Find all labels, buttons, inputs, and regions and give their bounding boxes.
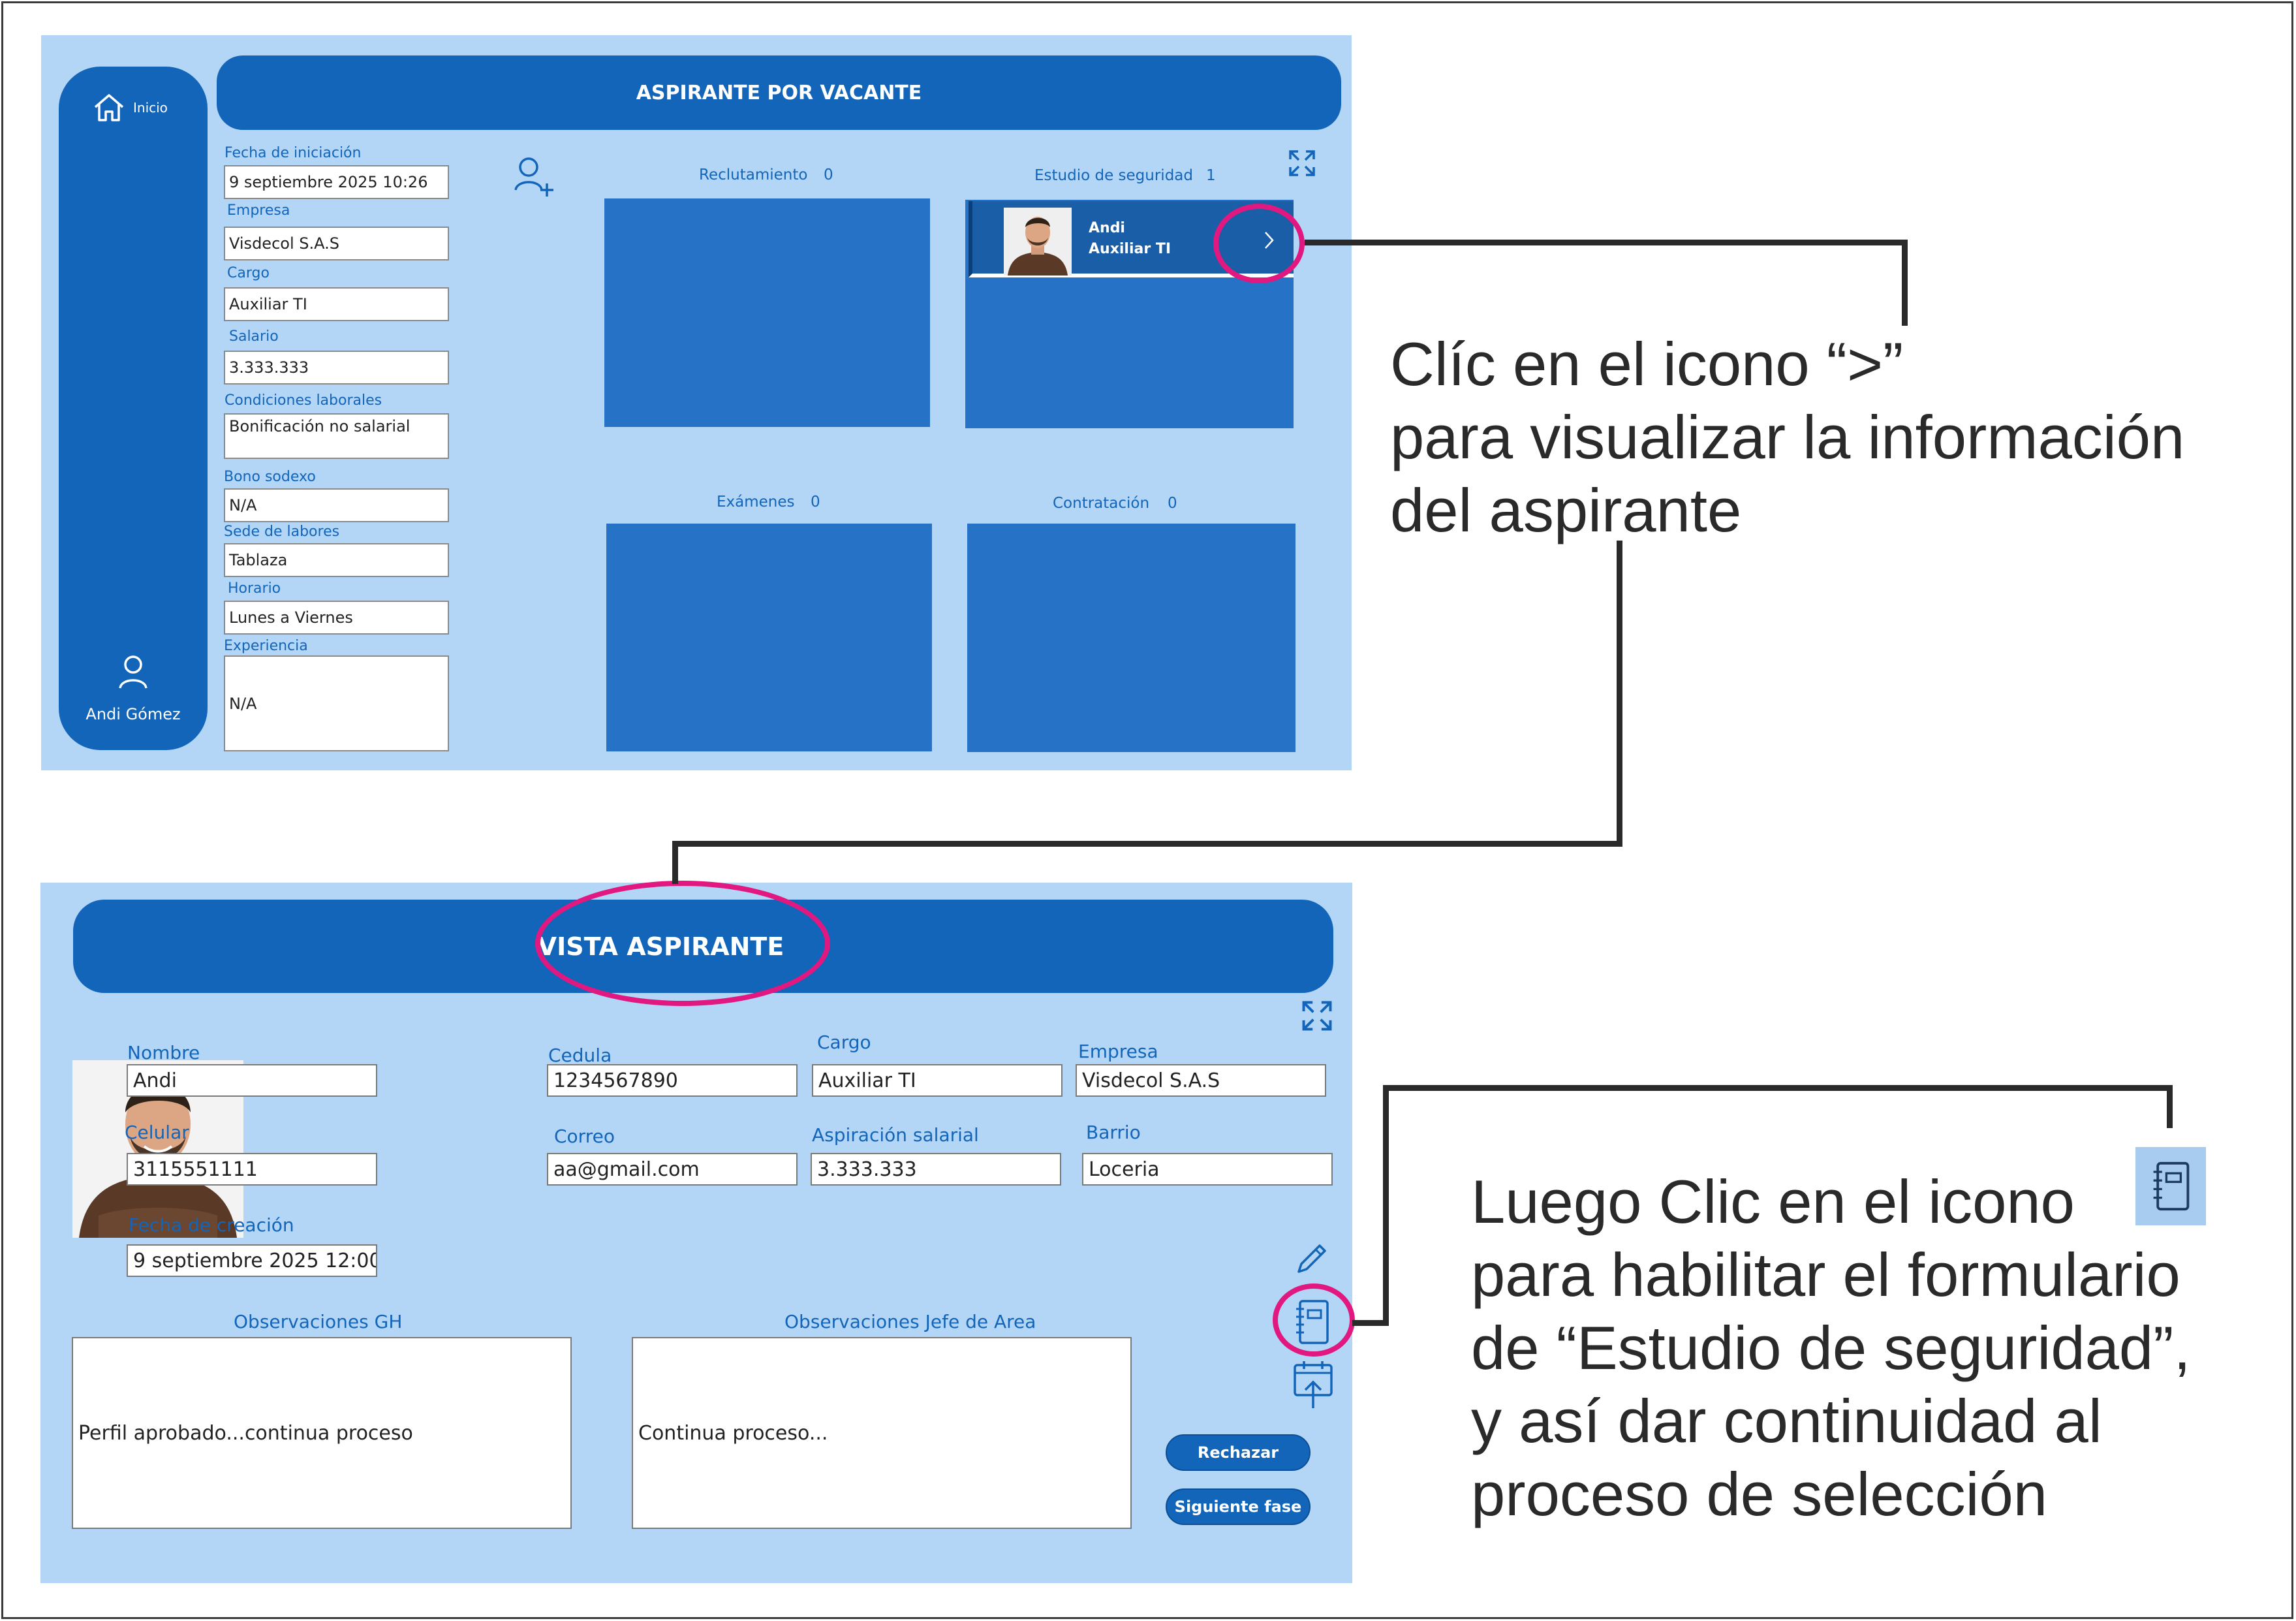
user-icon bbox=[119, 655, 147, 689]
fecha-creacion-label: Fecha de creación bbox=[129, 1214, 294, 1236]
connector-line bbox=[672, 841, 678, 884]
note2-line3: de “Estudio de seguridad”, bbox=[1471, 1314, 2191, 1382]
note1-line1: Clíc en el icono “>” bbox=[1390, 330, 1904, 398]
vacancy-header: ASPIRANTE POR VACANTE bbox=[217, 55, 1341, 130]
cargo-field[interactable]: Auxiliar TI bbox=[224, 287, 449, 321]
obs-gh-field[interactable]: Perfil aprobado...continua proceso bbox=[72, 1337, 572, 1529]
obs-jefe-field[interactable]: Continua proceso... bbox=[632, 1337, 1132, 1529]
user-name: Andi Gómez bbox=[85, 705, 181, 723]
vacancy-screen: Inicio Andi Gómez ASPIRANTE POR VACANTE … bbox=[41, 35, 1352, 770]
home-label: Inicio bbox=[133, 100, 168, 116]
edit-pencil-icon[interactable] bbox=[1294, 1242, 1329, 1277]
fecha-label: Fecha de iniciación bbox=[225, 145, 362, 161]
horario-label: Horario bbox=[228, 580, 281, 597]
stage-contratacion-box bbox=[967, 524, 1295, 752]
note2-text: Luego Clic en el icono para habilitar el… bbox=[1471, 1165, 2191, 1531]
cargo-label: Cargo bbox=[227, 265, 270, 281]
stage-seguridad-title: Estudio de seguridad bbox=[1034, 167, 1193, 184]
empresa-field[interactable]: Visdecol S.A.S bbox=[1076, 1064, 1326, 1097]
connector-line bbox=[1617, 541, 1622, 847]
home-nav[interactable]: Inicio bbox=[93, 93, 168, 123]
bono-label: Bono sodexo bbox=[224, 469, 316, 485]
stage-reclutamiento-box bbox=[604, 198, 930, 427]
connector-line bbox=[1383, 1085, 1389, 1326]
note1-text: Clíc en el icono “>” para visualizar la … bbox=[1390, 328, 2184, 547]
stage-reclutamiento-title: Reclutamiento bbox=[699, 166, 808, 183]
cedula-label: Cedula bbox=[548, 1045, 612, 1066]
expand-icon[interactable] bbox=[1301, 999, 1333, 1032]
experiencia-field[interactable]: N/A bbox=[224, 655, 449, 751]
nombre-label: Nombre bbox=[127, 1042, 200, 1063]
condiciones-label: Condiciones laborales bbox=[225, 392, 382, 409]
connector-line bbox=[1305, 240, 1908, 245]
sede-field[interactable]: Tablaza bbox=[224, 543, 449, 577]
connector-line bbox=[1902, 240, 1908, 326]
barrio-field[interactable]: Loceria bbox=[1082, 1153, 1333, 1186]
note2-line5: proceso de selección bbox=[1471, 1460, 2048, 1528]
user-profile[interactable]: Andi Gómez bbox=[59, 654, 208, 723]
correo-field[interactable]: aa@gmail.com bbox=[547, 1153, 798, 1186]
celular-field[interactable]: 3115551111 bbox=[127, 1153, 377, 1186]
salario-field[interactable]: 3.333.333 bbox=[224, 351, 449, 385]
note2-line1: Luego Clic en el icono bbox=[1471, 1167, 2075, 1236]
candidate-thumbnail bbox=[1004, 208, 1072, 275]
next-phase-button[interactable]: Siguiente fase bbox=[1166, 1488, 1311, 1525]
stage-examenes-count: 0 bbox=[811, 494, 820, 511]
horario-field[interactable]: Lunes a Viernes bbox=[224, 601, 449, 635]
cargo-label: Cargo bbox=[817, 1031, 871, 1053]
add-candidate-icon[interactable] bbox=[513, 156, 555, 199]
stage-seguridad-count: 1 bbox=[1206, 167, 1216, 184]
bono-field[interactable]: N/A bbox=[224, 488, 449, 522]
obs-gh-title: Observaciones GH bbox=[234, 1311, 403, 1332]
calendar-upload-icon[interactable] bbox=[1292, 1359, 1334, 1409]
title-highlight-circle bbox=[535, 881, 830, 1006]
stage-reclutamiento-count: 0 bbox=[824, 166, 833, 183]
empresa-field[interactable]: Visdecol S.A.S bbox=[224, 227, 449, 260]
celular-label: Celular bbox=[125, 1122, 189, 1143]
note1-line3: del aspirante bbox=[1390, 476, 1742, 544]
home-icon bbox=[94, 94, 124, 121]
stage-examenes-box bbox=[606, 524, 932, 751]
aspiracion-label: Aspiración salarial bbox=[812, 1124, 979, 1146]
correo-label: Correo bbox=[554, 1125, 615, 1147]
cargo-field[interactable]: Auxiliar TI bbox=[812, 1064, 1063, 1097]
notebook-highlight-circle bbox=[1273, 1283, 1355, 1357]
chevron-highlight-circle bbox=[1213, 204, 1305, 283]
note1-line2: para visualizar la información bbox=[1390, 403, 2185, 471]
salario-label: Salario bbox=[229, 328, 279, 345]
fecha-creacion-field[interactable]: 9 septiembre 2025 12:00 bbox=[127, 1244, 377, 1277]
page-title: ASPIRANTE POR VACANTE bbox=[636, 81, 922, 104]
nombre-field[interactable]: Andi bbox=[127, 1064, 377, 1097]
expand-icon[interactable] bbox=[1288, 149, 1316, 178]
connector-line bbox=[2167, 1085, 2173, 1128]
connector-line bbox=[1383, 1085, 2173, 1091]
stage-contratacion-count: 0 bbox=[1168, 495, 1177, 512]
cedula-field[interactable]: 1234567890 bbox=[547, 1064, 798, 1097]
empresa-label: Empresa bbox=[1078, 1041, 1158, 1062]
empresa-label: Empresa bbox=[227, 202, 290, 219]
aspiracion-field[interactable]: 3.333.333 bbox=[811, 1153, 1061, 1186]
candidate-role: Auxiliar TI bbox=[1089, 241, 1171, 257]
stage-examenes-title: Exámenes bbox=[717, 494, 795, 511]
note2-line4: y así dar continuidad al bbox=[1471, 1387, 2102, 1455]
connector-line bbox=[672, 841, 1622, 847]
reject-button[interactable]: Rechazar bbox=[1166, 1434, 1311, 1471]
experiencia-label: Experiencia bbox=[224, 638, 308, 654]
stage-contratacion-title: Contratación bbox=[1053, 495, 1150, 512]
sidebar: Inicio Andi Gómez bbox=[59, 67, 208, 750]
condiciones-field[interactable]: Bonificación no salarial bbox=[224, 413, 449, 459]
note2-line2: para habilitar el formulario bbox=[1471, 1240, 2180, 1309]
candidate-name: Andi bbox=[1089, 220, 1125, 236]
sede-label: Sede de labores bbox=[224, 524, 340, 540]
fecha-field[interactable]: 9 septiembre 2025 10:26 bbox=[224, 165, 449, 199]
barrio-label: Barrio bbox=[1086, 1122, 1141, 1143]
obs-jefe-title: Observaciones Jefe de Area bbox=[784, 1311, 1036, 1332]
